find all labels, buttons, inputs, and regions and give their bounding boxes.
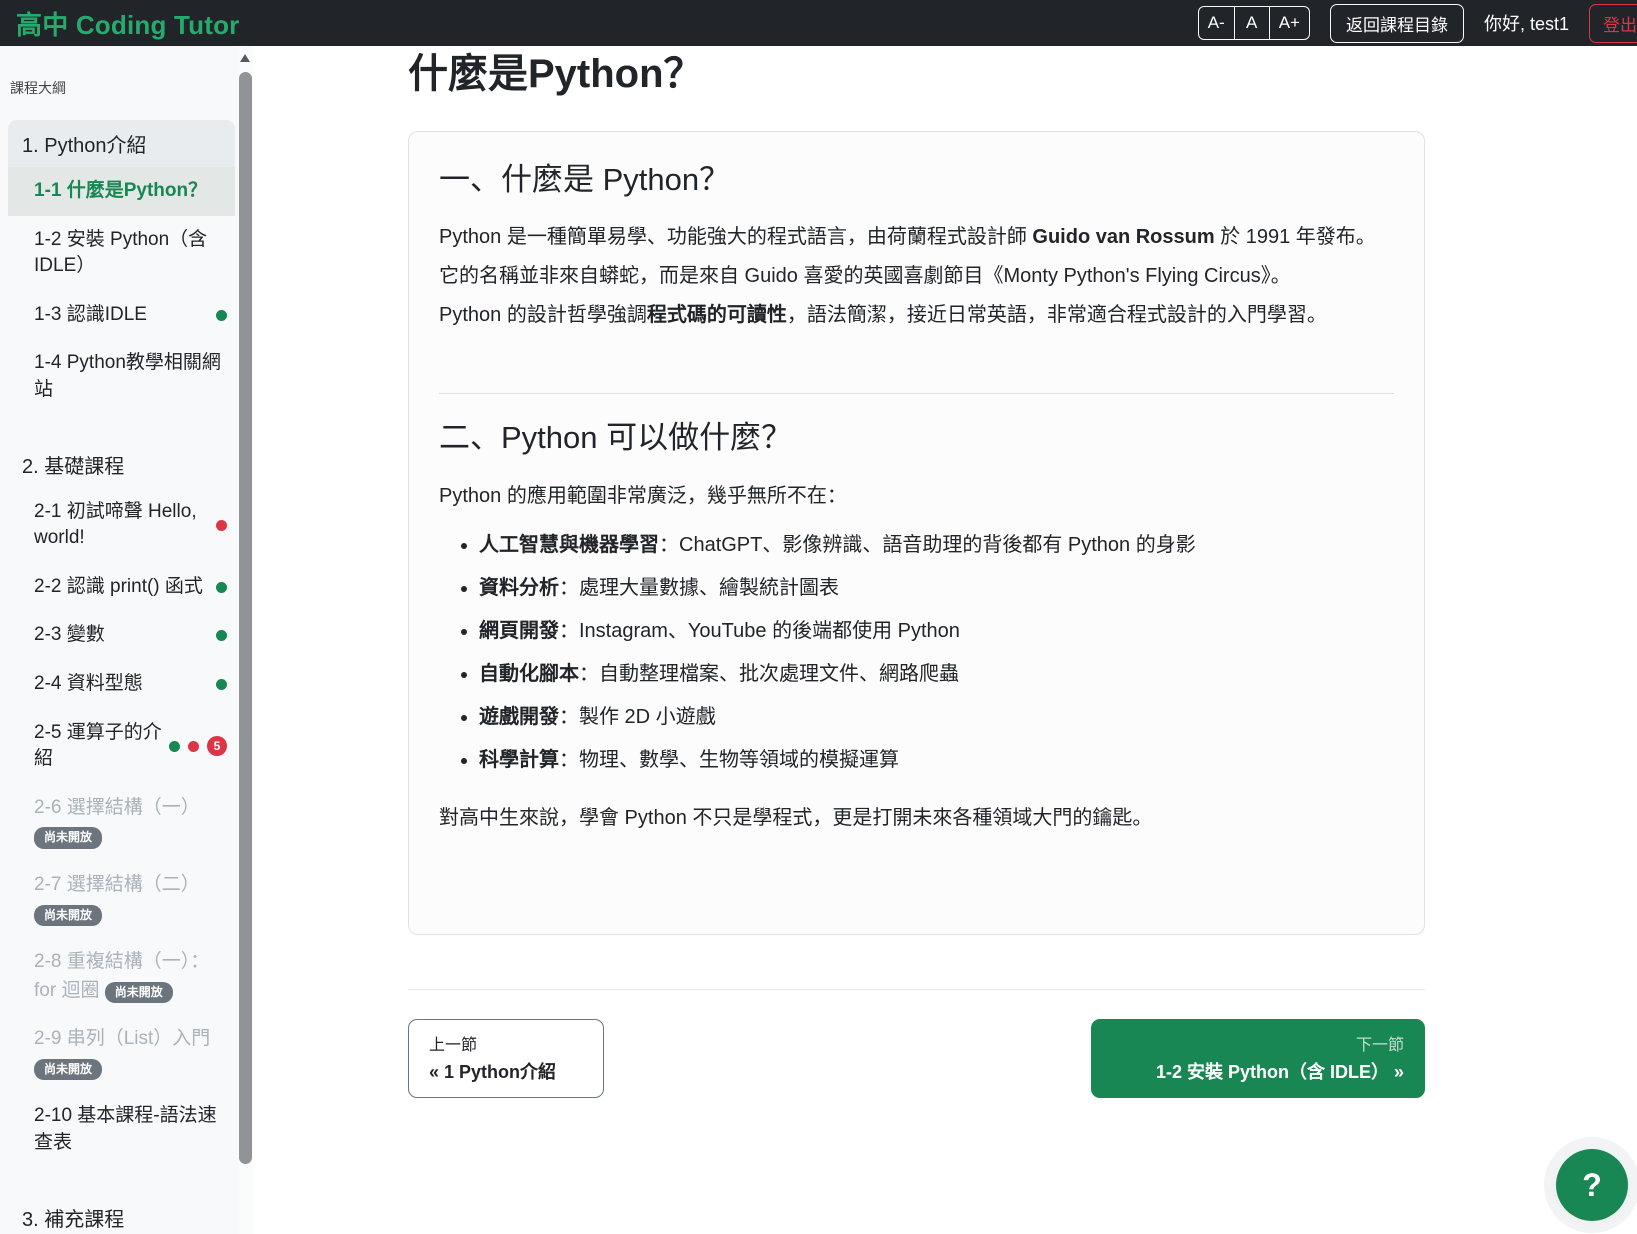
navbar-right-group: A- A A+ 返回課程目錄 你好, test1 登出	[1198, 0, 1637, 46]
sidebar-item-label: 1-3 認識IDLE	[34, 302, 210, 329]
locked-badge: 尚未開放	[34, 827, 102, 848]
brand-link[interactable]: 高中 Coding Tutor	[16, 5, 239, 42]
sidebar-item-label: 2-1 初試啼聲 Hello, world!	[34, 499, 210, 552]
sidebar-item-2-3[interactable]: 2-3 變數	[8, 611, 235, 660]
course-outline-sidebar: 課程大綱 1. Python介紹 1-1 什麼是Python？ 1-2 安裝 P…	[0, 46, 253, 1234]
completed-dot-icon	[216, 582, 227, 593]
app-window: 高中 Coding Tutor A- A A+ 返回課程目錄 你好, test1…	[0, 0, 1637, 1234]
sidebar-item-2-2[interactable]: 2-2 認識 print() 函式	[8, 563, 235, 612]
next-label: 下一節	[1112, 1031, 1404, 1055]
list-item: 科學計算：物理、數學、生物等領域的模擬運算	[479, 745, 1394, 775]
sidebar-item-label: 2-7 選擇結構（二）	[34, 874, 200, 895]
list-item: 資料分析：處理大量數據、繪製統計圖表	[479, 573, 1394, 603]
list-item: 人工智慧與機器學習：ChatGPT、影像辨識、語音助理的背後都有 Python …	[479, 530, 1394, 560]
sidebar-title: 課程大綱	[10, 78, 235, 98]
previous-label: 上一節	[429, 1031, 583, 1055]
page-title: 什麼是Python？	[408, 46, 1425, 102]
completed-dot-icon	[216, 679, 227, 690]
application-list: 人工智慧與機器學習：ChatGPT、影像辨識、語音助理的背後都有 Python …	[479, 530, 1394, 775]
sidebar-item-1-2[interactable]: 1-2 安裝 Python（含 IDLE）	[8, 216, 235, 291]
section2-intro: Python 的應用範圍非常廣泛，幾乎無所不在：	[439, 477, 1394, 516]
font-reset-button[interactable]: A	[1235, 6, 1269, 40]
sidebar-item-label: 2-6 選擇結構（一）	[34, 797, 200, 818]
sidebar-item-label: 2-10 基本課程-語法速查表	[34, 1103, 227, 1156]
back-to-catalog-button[interactable]: 返回課程目錄	[1330, 4, 1464, 43]
sidebar-item-label: 2-4 資料型態	[34, 671, 210, 698]
previous-lesson-button[interactable]: 上一節 « 1 Python介紹	[408, 1019, 604, 1098]
sidebar-scrollbar	[238, 46, 253, 1234]
sidebar-item-1-1[interactable]: 1-1 什麼是Python？	[8, 167, 235, 216]
sidebar-item-label: 1-2 安裝 Python（含 IDLE）	[34, 227, 227, 280]
sidebar-item-2-9: 2-9 串列（List）入門 尚未開放	[8, 1015, 235, 1092]
notification-count-badge: 5	[207, 736, 227, 756]
section-divider	[439, 393, 1394, 394]
lesson-content-area: 什麼是Python？ 一、什麼是 Python？ Python 是一種簡單易學、…	[408, 46, 1425, 1098]
next-lesson-button[interactable]: 下一節 1-2 安裝 Python（含 IDLE） »	[1091, 1019, 1425, 1098]
sidebar-item-label: 2-2 認識 print() 函式	[34, 574, 210, 601]
logout-button[interactable]: 登出	[1589, 4, 1637, 43]
help-button[interactable]: ?	[1556, 1149, 1628, 1221]
scrollbar-up-arrow-icon[interactable]	[240, 54, 250, 62]
sidebar-item-label: 2-5 運算子的介紹	[34, 720, 163, 773]
sidebar-item-1-4[interactable]: 1-4 Python教學相關網站	[8, 339, 235, 414]
sidebar-item-label: 1-1 什麼是Python？	[34, 178, 227, 205]
sidebar-item-2-8: 2-8 重複結構（一）：for 迴圈 尚未開放	[8, 938, 235, 1015]
sidebar-section-3[interactable]: 3. 補充課程	[8, 1194, 235, 1234]
sidebar-item-1-3[interactable]: 1-3 認識IDLE	[8, 291, 235, 340]
locked-badge: 尚未開放	[105, 982, 173, 1003]
font-size-button-group: A- A A+	[1198, 6, 1310, 40]
sidebar-item-2-7: 2-7 選擇結構（二） 尚未開放	[8, 861, 235, 938]
sidebar-section-1[interactable]: 1. Python介紹	[8, 120, 235, 167]
incomplete-dot-icon	[216, 520, 227, 531]
section2-closing: 對高中生來說，學會 Python 不只是學程式，更是打開未來各種領域大門的鑰匙。	[439, 799, 1394, 838]
sidebar-item-2-5[interactable]: 2-5 運算子的介紹 5	[8, 709, 235, 784]
font-decrease-button[interactable]: A-	[1198, 6, 1235, 40]
completed-dot-icon	[216, 630, 227, 641]
locked-badge: 尚未開放	[34, 905, 102, 926]
sidebar-item-label: 2-9 串列（List）入門	[34, 1028, 210, 1049]
list-item: 自動化腳本：自動整理檔案、批次處理文件、網路爬蟲	[479, 659, 1394, 689]
sidebar-section-2[interactable]: 2. 基礎課程	[8, 441, 235, 488]
sidebar-item-2-6: 2-6 選擇結構（一） 尚未開放	[8, 784, 235, 861]
footer-divider	[408, 989, 1425, 990]
lesson-card: 一、什麼是 Python？ Python 是一種簡單易學、功能強大的程式語言，由…	[408, 131, 1425, 935]
section2-heading: 二、Python 可以做什麼？	[439, 418, 1394, 458]
sidebar-item-2-10[interactable]: 2-10 基本課程-語法速查表	[8, 1092, 235, 1167]
font-increase-button[interactable]: A+	[1269, 6, 1310, 40]
sidebar-item-2-4[interactable]: 2-4 資料型態	[8, 660, 235, 709]
incomplete-dot-icon	[188, 741, 199, 752]
sidebar-item-label: 2-3 變數	[34, 622, 210, 649]
next-lesson-title: 1-2 安裝 Python（含 IDLE） »	[1112, 1058, 1404, 1084]
completed-dot-icon	[169, 741, 180, 752]
lesson-pager: 上一節 « 1 Python介紹 下一節 1-2 安裝 Python（含 IDL…	[408, 1019, 1425, 1098]
top-navbar: 高中 Coding Tutor A- A A+ 返回課程目錄 你好, test1…	[0, 0, 1637, 46]
user-greeting: 你好, test1	[1484, 10, 1569, 36]
scrollbar-thumb[interactable]	[239, 72, 252, 1164]
section1-paragraph-2: Python 的設計哲學強調程式碼的可讀性，語法簡潔，接近日常英語，非常適合程式…	[439, 296, 1394, 335]
completed-dot-icon	[216, 310, 227, 321]
sidebar-item-label: 1-4 Python教學相關網站	[34, 350, 227, 403]
question-mark-icon: ?	[1582, 1167, 1602, 1204]
section1-paragraph-1: Python 是一種簡單易學、功能強大的程式語言，由荷蘭程式設計師 Guido …	[439, 218, 1394, 296]
list-item: 遊戲開發：製作 2D 小遊戲	[479, 702, 1394, 732]
locked-badge: 尚未開放	[34, 1059, 102, 1080]
list-item: 網頁開發：Instagram、YouTube 的後端都使用 Python	[479, 616, 1394, 646]
section1-heading: 一、什麼是 Python？	[439, 160, 1394, 200]
sidebar-item-2-1[interactable]: 2-1 初試啼聲 Hello, world!	[8, 488, 235, 563]
previous-lesson-title: « 1 Python介紹	[429, 1058, 583, 1084]
